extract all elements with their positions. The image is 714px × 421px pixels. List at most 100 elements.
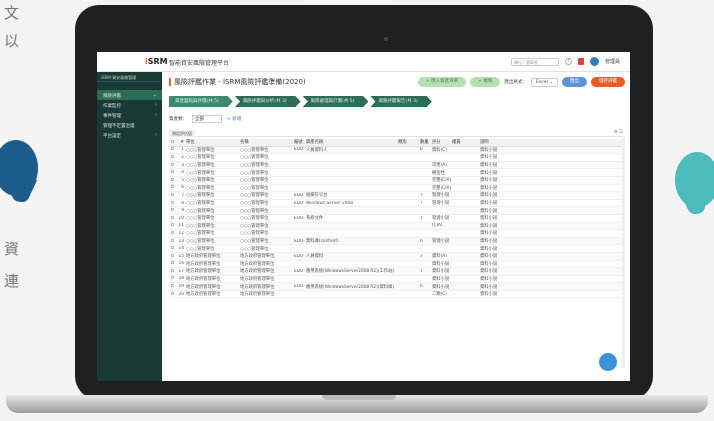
row-checkbox[interactable] [169, 246, 177, 251]
chevron-right-icon: › [155, 112, 157, 118]
cell-name: ○○○管理單位 [240, 201, 269, 207]
table-row[interactable]: 8○○○管理單位○○○管理單位EDU-03Windows Server 2008… [169, 200, 625, 208]
table-row[interactable]: 14 ○○○管理單位 ○○○管理單位 資料小說 [169, 245, 625, 253]
row-checkbox[interactable] [169, 170, 177, 175]
cell-name: ○○○管理單位 [240, 239, 269, 245]
scrollbar[interactable] [622, 138, 625, 368]
row-checkbox[interactable] [169, 154, 177, 160]
sidebar-item-settings[interactable]: 平台設定 › [97, 130, 162, 140]
help-icon[interactable]: ? [564, 58, 572, 65]
col-header-qty[interactable]: 數量 [419, 139, 431, 145]
step-risk-treatment[interactable]: 風險處理與計畫(共 5) [302, 96, 369, 107]
step-risk-report[interactable]: 風險評鑑報告(共 3) [370, 96, 432, 107]
format-value: Excel [535, 79, 548, 85]
row-checkbox[interactable] [169, 177, 177, 183]
table-row[interactable]: 10○○○管理單位○○○管理單位EDU-04系統文件7管理小說資料小說 [169, 215, 625, 223]
cell-index: 11 [178, 223, 184, 229]
table-row[interactable]: 20 地方政府管理單位 地方政府管理單位 二類(C) 資料小說 [169, 291, 625, 299]
cell-asset: Windows Server 2008 [306, 200, 353, 206]
table-row[interactable]: 5 ○○○管理單位 ○○○管理單位 完整(CIA) 資料小說 [169, 176, 625, 185]
avatar[interactable] [589, 57, 599, 66]
row-checkbox[interactable] [169, 223, 177, 228]
sidebar-item-label: 事件管理 [103, 114, 121, 119]
cell-unit: 地方政府管理單位 [186, 292, 221, 298]
step-asset-inventory[interactable]: 資產盤點與評價(共 5) [169, 96, 233, 107]
table-row[interactable]: 3 ○○○管理單位 ○○○管理單位 可用(A) 資料小說 [169, 161, 625, 170]
table-row[interactable]: 7○○○管理單位○○○管理單位EDU-02組織符号台7管理小說資料小說 [169, 192, 625, 200]
cell-name: 地方政府管理單位 [240, 261, 275, 267]
global-search-input[interactable]: 欄位 / 選單頁 [510, 57, 559, 66]
cell-qty: 7 [420, 268, 423, 274]
left-text-1: 文 [4, 4, 20, 22]
cell-desc: 資料小說 [480, 254, 498, 260]
row-checkbox[interactable] [169, 192, 177, 198]
row-checkbox[interactable] [169, 276, 177, 281]
sidebar-item-risk[interactable]: 風險評鑑 ⌄ [97, 90, 162, 100]
row-checkbox[interactable] [169, 147, 177, 152]
cell-unit: ○○○管理單位 [186, 216, 215, 222]
row-checkbox[interactable] [169, 208, 177, 213]
row-checkbox[interactable] [169, 200, 177, 206]
table-row[interactable]: 9 ○○○管理單位 ○○○管理單位 資料小說 [169, 207, 625, 215]
col-header-unit[interactable]: 單位 [185, 139, 239, 145]
col-header-name[interactable]: 名稱 [239, 139, 293, 145]
row-checkbox[interactable] [169, 268, 177, 274]
col-header-type[interactable]: 類別 [397, 139, 419, 145]
step-risk-analysis[interactable]: 風險評鑑與分析(共 3) [234, 96, 301, 107]
sidebar-item-governance[interactable]: 管理不定置治理 [97, 120, 162, 130]
chat-fab-button[interactable] [599, 353, 617, 371]
add-filter-button[interactable]: + 新增 [227, 116, 241, 122]
laptop-base [6, 395, 708, 413]
cell-score: 管理小說 [432, 239, 450, 245]
cell-score: 管理小說 [432, 201, 450, 207]
sidebar-item-incident[interactable]: 事件管理 › [97, 110, 162, 120]
row-checkbox[interactable] [169, 238, 177, 244]
table-row[interactable]: 15地方政府管理單位地方政府管理單位EDU-07人員資料7資料(A)資料小說 [169, 252, 625, 261]
row-checkbox[interactable] [169, 162, 177, 168]
tab-default-eval[interactable]: 預設評估值 [169, 130, 195, 137]
table-row[interactable]: 11 ○○○管理單位 ○○○管理單位 (CIA) 資料小說 [169, 222, 625, 231]
asset-table: # 單位 名稱 編號 資產名稱 類別 數量 評分 權責 說明 1 ○○○管理單位 ○… [169, 139, 625, 299]
table-row[interactable]: 16 地方政府管理單位 地方政府管理單位 資料小說 資料小說 [169, 261, 625, 269]
export-button[interactable]: 匯出 [562, 77, 587, 87]
row-checkbox[interactable] [169, 230, 177, 236]
row-checkbox[interactable] [169, 253, 177, 259]
username[interactable]: 管理員 [605, 58, 620, 65]
sidebar-search[interactable]: iSRM·資安風險管理 [97, 72, 162, 82]
cell-qty: 7 [420, 200, 423, 206]
table-row[interactable]: 4 ○○○管理單位 ○○○管理單位 機密性 資料小說 [169, 169, 625, 177]
logo-text: SRM [147, 57, 168, 66]
col-header-owner[interactable]: 權責 [451, 139, 479, 145]
filter-select[interactable]: 全部 [192, 115, 222, 123]
row-checkbox[interactable] [169, 261, 177, 266]
save-assessment-button[interactable]: 儲存評鑑 [591, 77, 625, 87]
import-assets-button[interactable]: + 匯入資產清單 [417, 77, 467, 87]
row-checkbox[interactable] [169, 284, 177, 289]
sidebar-item-monitor[interactable]: 作業監控 › [97, 100, 162, 110]
row-checkbox[interactable] [169, 215, 177, 221]
cell-desc: 資料小說 [480, 261, 498, 267]
col-header-score[interactable]: 評分 [431, 139, 451, 145]
table-settings-icon[interactable]: ⚙ ☰ [614, 130, 624, 135]
table-row[interactable]: 1○○○管理單位○○○管理單位EDU-01人員資料人6資料(C)資料小說 [169, 146, 625, 155]
table-row[interactable]: 17地方政府管理單位地方政府管理單位EDU-08應用系統(WindowsServ… [169, 268, 625, 276]
notification-icon[interactable] [577, 58, 584, 65]
table-row[interactable]: 19地方政府管理單位地方政府管理單位EDU-09應用系統(WindowsServ… [169, 283, 625, 291]
col-header-index[interactable]: # [177, 140, 185, 145]
table-row[interactable]: 6 ○○○管理單位 ○○○管理單位 完整(CIA) 資料小說 [169, 185, 625, 193]
cell-unit: 地方政府管理單位 [186, 261, 221, 267]
select-all-checkbox[interactable] [169, 139, 177, 145]
table-row[interactable]: 18 地方政府管理單位 地方政府管理單位 資料小說 資料小說 [169, 276, 625, 284]
col-header-asset[interactable]: 資產名稱 [305, 139, 397, 145]
copy-button[interactable]: + 複製 [470, 77, 501, 87]
col-header-code[interactable]: 編號 [293, 139, 305, 145]
table-row[interactable]: 13○○○管理單位○○○管理單位EDU-05資料庫(content)6管理小說資… [169, 237, 625, 246]
cell-desc: 資料小說 [480, 163, 498, 169]
table-row[interactable]: 12 ○○○管理單位 ○○○管理單位 資料小說 [169, 230, 625, 238]
format-select[interactable]: Excel ⌄ [530, 77, 558, 87]
row-checkbox[interactable] [169, 291, 177, 297]
col-header-desc[interactable]: 說明 [479, 139, 521, 145]
row-checkbox[interactable] [169, 185, 177, 190]
table-row[interactable]: 2 ○○○管理單位 ○○○管理單位 資料小說 [169, 154, 625, 162]
cell-unit: ○○○管理單位 [186, 201, 215, 207]
